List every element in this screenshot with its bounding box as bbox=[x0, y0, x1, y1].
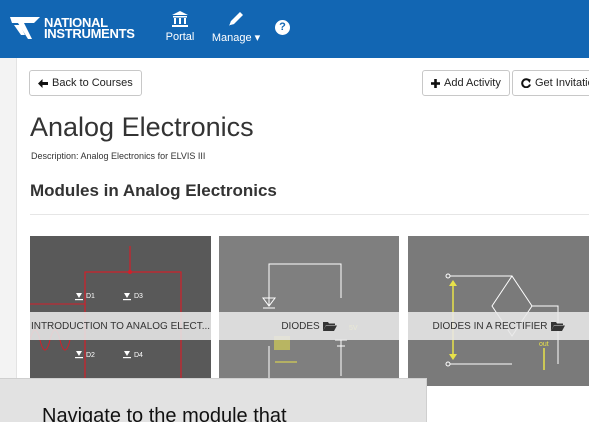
folder-open-icon bbox=[550, 322, 565, 331]
add-activity-button[interactable]: Add Activity bbox=[422, 70, 510, 96]
module-tile-intro[interactable]: D1 D3 D2 D4 INTRODUCTION TO ANALOG ELECT… bbox=[30, 236, 211, 386]
nav-portal[interactable]: Portal bbox=[160, 10, 200, 43]
get-invitation-button[interactable]: Get Invitation bbox=[512, 70, 589, 96]
back-to-courses-button[interactable]: Back to Courses bbox=[29, 70, 142, 96]
nav-manage-label: Manage ▾ bbox=[211, 32, 261, 44]
module-tile-diodes[interactable]: 5V DIODES bbox=[219, 236, 399, 386]
plus-icon bbox=[431, 78, 440, 88]
ni-logo[interactable]: NATIONAL INSTRUMENTS bbox=[10, 13, 135, 43]
pencil-icon bbox=[229, 12, 243, 26]
top-navigation-bar: NATIONAL INSTRUMENTS Portal Manage ▾ ? bbox=[0, 0, 589, 58]
help-icon[interactable]: ? bbox=[275, 20, 290, 35]
nav-manage[interactable]: Manage ▾ bbox=[211, 10, 261, 44]
module-title: INTRODUCTION TO ANALOG ELECT... bbox=[30, 320, 211, 332]
page-title: Analog Electronics bbox=[30, 112, 254, 142]
refresh-icon bbox=[521, 78, 531, 88]
section-divider bbox=[30, 214, 589, 215]
add-activity-label: Add Activity bbox=[444, 77, 501, 89]
module-tile-rectifier[interactable]: out DIODES IN A RECTIFIER bbox=[408, 236, 589, 386]
diode-d2-label: D2 bbox=[86, 352, 95, 359]
diode-d3-label: D3 bbox=[134, 293, 143, 300]
output-label: out bbox=[539, 341, 549, 348]
diode-d4-label: D4 bbox=[134, 352, 143, 359]
module-title: DIODES IN A RECTIFIER bbox=[432, 320, 548, 332]
module-label-intro: INTRODUCTION TO ANALOG ELECT... bbox=[30, 312, 211, 340]
instruction-tooltip: Navigate to the module that bbox=[0, 378, 427, 422]
arrow-left-icon bbox=[38, 78, 48, 88]
course-description: Description: Analog Electronics for ELVI… bbox=[31, 151, 206, 161]
get-invitation-label: Get Invitation bbox=[535, 77, 589, 89]
diode-circuit-image: 5V bbox=[262, 263, 358, 386]
module-label-rectifier: DIODES IN A RECTIFIER bbox=[408, 312, 589, 340]
module-label-diodes: DIODES bbox=[219, 312, 399, 340]
nav-portal-label: Portal bbox=[165, 31, 195, 43]
module-title: DIODES bbox=[281, 320, 320, 332]
bridge-circuit-image: D1 D3 D2 D4 bbox=[30, 246, 182, 386]
folder-open-icon bbox=[322, 322, 337, 331]
logo-text: NATIONAL INSTRUMENTS bbox=[44, 16, 135, 41]
diode-d1-label: D1 bbox=[86, 293, 95, 300]
instruction-text: Navigate to the module that bbox=[42, 405, 287, 422]
bank-icon bbox=[172, 11, 188, 27]
modules-heading: Modules in Analog Electronics bbox=[30, 181, 277, 200]
rectifier-circuit-image: out bbox=[445, 273, 559, 370]
logo-line-instruments: INSTRUMENTS bbox=[44, 26, 135, 41]
back-to-courses-label: Back to Courses bbox=[52, 77, 133, 89]
eagle-logo-icon bbox=[10, 17, 40, 39]
